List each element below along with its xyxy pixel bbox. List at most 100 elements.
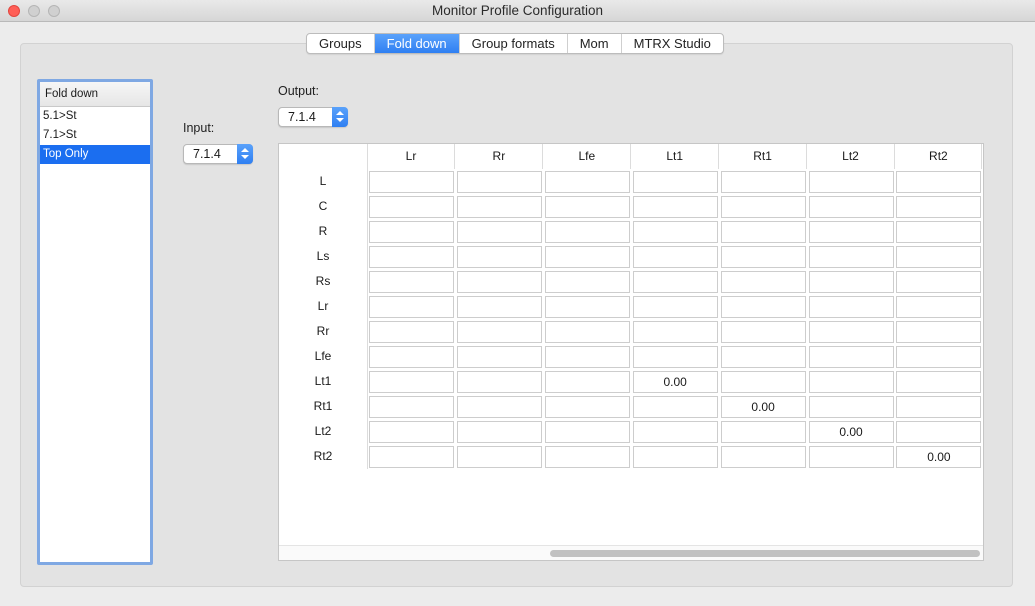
matrix-cell[interactable] bbox=[896, 171, 982, 193]
matrix-cell[interactable] bbox=[808, 371, 894, 393]
matrix-cell[interactable] bbox=[808, 196, 894, 218]
matrix-cell[interactable] bbox=[896, 271, 982, 293]
matrix-cell[interactable] bbox=[369, 196, 454, 218]
matrix-cell[interactable] bbox=[632, 421, 718, 443]
matrix-cell[interactable] bbox=[896, 346, 982, 368]
matrix-cell[interactable] bbox=[369, 321, 454, 343]
matrix-cell[interactable] bbox=[896, 371, 982, 393]
matrix-cell[interactable] bbox=[720, 421, 806, 443]
matrix-cell[interactable] bbox=[544, 446, 630, 468]
matrix-cell[interactable] bbox=[544, 171, 630, 193]
matrix-cell[interactable] bbox=[720, 246, 806, 268]
tab-mom[interactable]: Mom bbox=[566, 34, 621, 53]
matrix-cell[interactable] bbox=[369, 171, 454, 193]
matrix-cell[interactable] bbox=[456, 196, 542, 218]
matrix-cell[interactable] bbox=[456, 346, 542, 368]
matrix-cell[interactable] bbox=[808, 246, 894, 268]
matrix-cell[interactable]: 0.00 bbox=[632, 371, 718, 393]
matrix-cell[interactable] bbox=[369, 446, 454, 468]
list-item[interactable]: 7.1>St bbox=[40, 126, 150, 145]
matrix-cell[interactable] bbox=[896, 296, 982, 318]
matrix-cell[interactable] bbox=[369, 396, 454, 418]
matrix-cell[interactable] bbox=[808, 171, 894, 193]
matrix-cell[interactable] bbox=[808, 396, 894, 418]
matrix-cell[interactable] bbox=[808, 271, 894, 293]
matrix-cell[interactable] bbox=[456, 246, 542, 268]
input-format-stepper-icon[interactable] bbox=[237, 144, 253, 164]
matrix-cell[interactable] bbox=[456, 296, 542, 318]
matrix-cell[interactable] bbox=[720, 296, 806, 318]
matrix-cell[interactable] bbox=[720, 346, 806, 368]
matrix-cell[interactable]: 0.00 bbox=[896, 446, 982, 468]
matrix-cell[interactable] bbox=[632, 171, 718, 193]
matrix-cell[interactable] bbox=[720, 221, 806, 243]
matrix-cell[interactable] bbox=[544, 371, 630, 393]
matrix-cell[interactable] bbox=[632, 446, 718, 468]
horizontal-scrollbar[interactable] bbox=[279, 545, 983, 560]
matrix-cell[interactable] bbox=[369, 421, 454, 443]
matrix-cell[interactable] bbox=[544, 296, 630, 318]
matrix-cell[interactable] bbox=[369, 221, 454, 243]
matrix-cell[interactable] bbox=[632, 221, 718, 243]
input-format-select[interactable]: 7.1.4 bbox=[183, 144, 253, 164]
matrix-cell[interactable] bbox=[632, 321, 718, 343]
matrix-cell[interactable] bbox=[456, 271, 542, 293]
output-format-stepper-icon[interactable] bbox=[332, 107, 348, 127]
fold-down-list[interactable]: Fold down 5.1>St 7.1>St Top Only bbox=[37, 79, 153, 565]
tab-fold-down[interactable]: Fold down bbox=[373, 34, 459, 53]
matrix-cell[interactable] bbox=[720, 271, 806, 293]
matrix-cell[interactable] bbox=[544, 321, 630, 343]
matrix-cell[interactable] bbox=[632, 396, 718, 418]
matrix-cell[interactable] bbox=[720, 171, 806, 193]
list-header[interactable]: Fold down bbox=[40, 82, 150, 107]
matrix-cell[interactable] bbox=[808, 221, 894, 243]
matrix-cell[interactable] bbox=[456, 446, 542, 468]
list-item[interactable]: 5.1>St bbox=[40, 107, 150, 126]
matrix-cell[interactable] bbox=[632, 346, 718, 368]
matrix-cell[interactable] bbox=[456, 321, 542, 343]
matrix-cell[interactable]: 0.00 bbox=[808, 421, 894, 443]
matrix-cell[interactable] bbox=[896, 221, 982, 243]
matrix-cell[interactable]: 0.00 bbox=[720, 396, 806, 418]
matrix-cell[interactable] bbox=[544, 271, 630, 293]
matrix-cell[interactable] bbox=[896, 421, 982, 443]
matrix-cell[interactable] bbox=[456, 371, 542, 393]
matrix-cell[interactable] bbox=[369, 296, 454, 318]
matrix-cell[interactable] bbox=[808, 296, 894, 318]
matrix-cell[interactable] bbox=[632, 196, 718, 218]
tab-group-formats[interactable]: Group formats bbox=[458, 34, 567, 53]
output-format-select[interactable]: 7.1.4 bbox=[278, 107, 348, 127]
matrix-cell[interactable] bbox=[369, 271, 454, 293]
matrix-cell[interactable] bbox=[544, 421, 630, 443]
matrix-cell[interactable] bbox=[544, 221, 630, 243]
matrix-cell[interactable] bbox=[456, 221, 542, 243]
matrix-cell[interactable] bbox=[896, 396, 982, 418]
tab-groups[interactable]: Groups bbox=[307, 34, 374, 53]
tab-mtrx-studio[interactable]: MTRX Studio bbox=[620, 34, 723, 53]
matrix-cell[interactable] bbox=[632, 246, 718, 268]
matrix-cell[interactable] bbox=[544, 246, 630, 268]
matrix-cell[interactable] bbox=[896, 246, 982, 268]
matrix-cell[interactable] bbox=[544, 346, 630, 368]
matrix-cell[interactable] bbox=[720, 196, 806, 218]
matrix-cell[interactable] bbox=[369, 246, 454, 268]
matrix-cell[interactable] bbox=[896, 321, 982, 343]
matrix-cell[interactable] bbox=[544, 396, 630, 418]
matrix-cell[interactable] bbox=[808, 321, 894, 343]
matrix-cell[interactable] bbox=[456, 171, 542, 193]
matrix-cell[interactable] bbox=[808, 446, 894, 468]
horizontal-scrollbar-thumb[interactable] bbox=[550, 550, 980, 557]
matrix-cell[interactable] bbox=[896, 196, 982, 218]
matrix-cell[interactable] bbox=[632, 271, 718, 293]
matrix-cell[interactable] bbox=[632, 296, 718, 318]
matrix-cell[interactable] bbox=[369, 346, 454, 368]
matrix-cell[interactable] bbox=[456, 396, 542, 418]
matrix-cell[interactable] bbox=[720, 446, 806, 468]
matrix-cell[interactable] bbox=[369, 371, 454, 393]
matrix-cell[interactable] bbox=[544, 196, 630, 218]
matrix-cell[interactable] bbox=[720, 371, 806, 393]
matrix-cell[interactable] bbox=[456, 421, 542, 443]
list-item[interactable]: Top Only bbox=[40, 145, 150, 164]
matrix-cell[interactable] bbox=[808, 346, 894, 368]
matrix-cell[interactable] bbox=[720, 321, 806, 343]
